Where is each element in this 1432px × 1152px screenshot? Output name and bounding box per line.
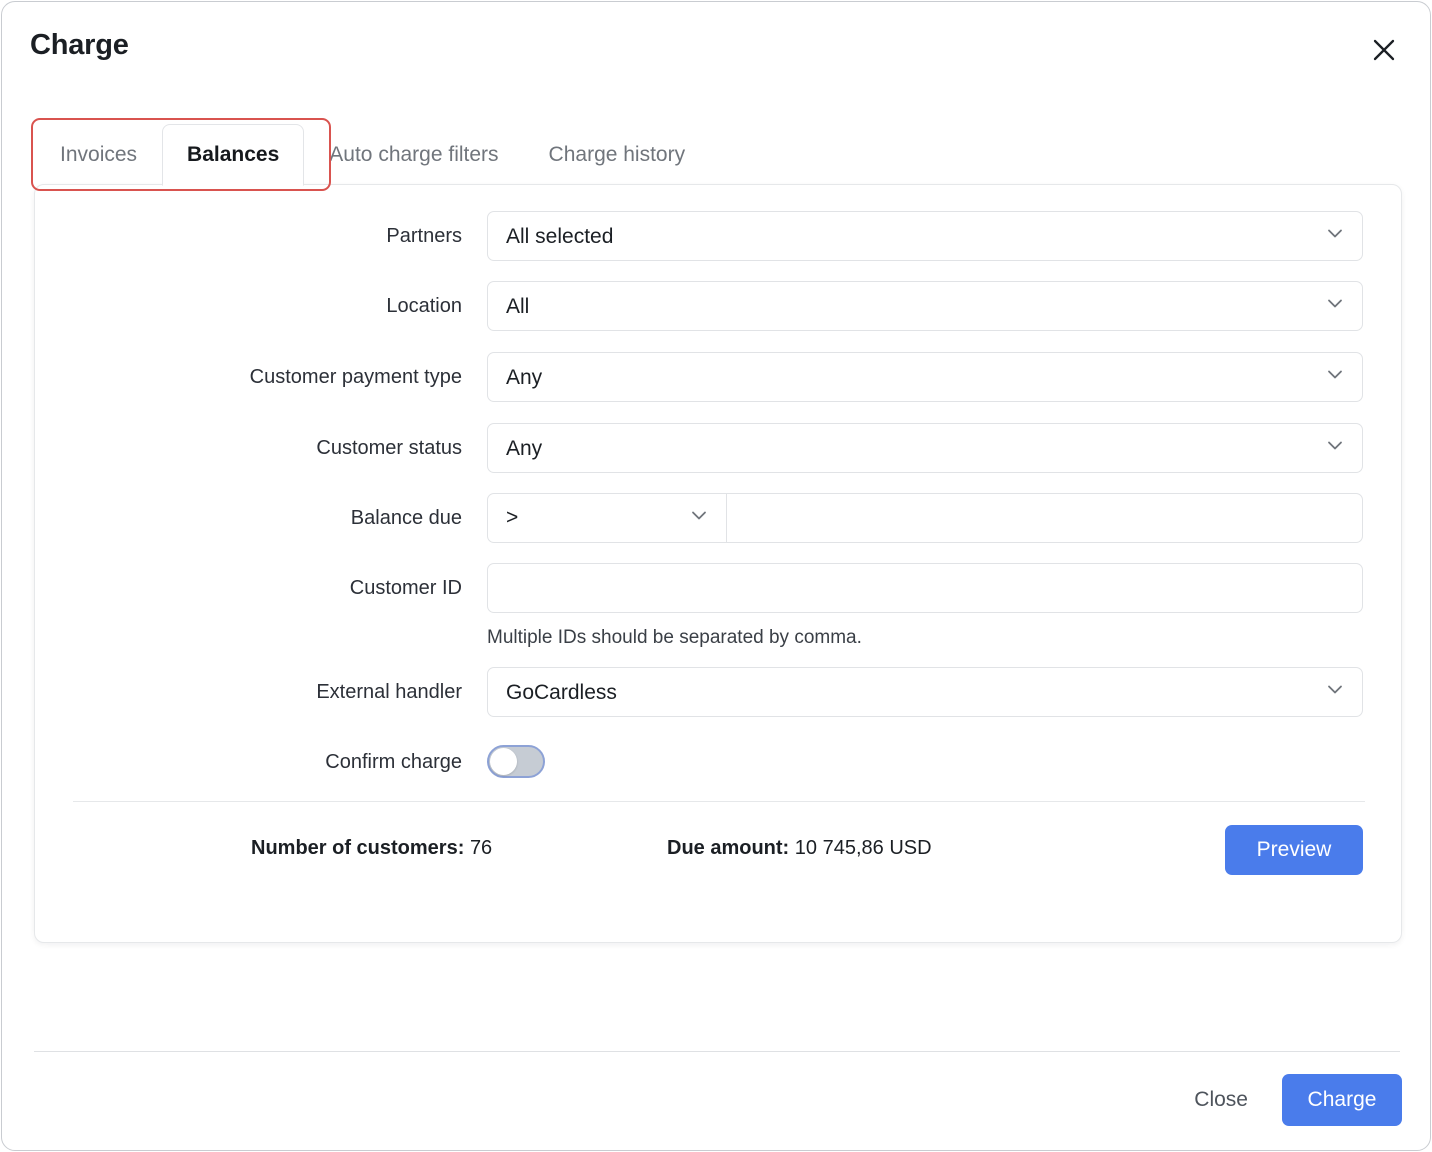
- page-title: Charge: [30, 29, 129, 61]
- balance-due-operator-value: >: [506, 506, 519, 529]
- customer-payment-type-value: Any: [506, 365, 543, 389]
- balances-filter-panel: Partners All selected Location All Custo…: [34, 184, 1402, 943]
- tab-auto-charge-filters[interactable]: Auto charge filters: [304, 124, 523, 186]
- customer-id-help-text: Multiple IDs should be separated by comm…: [487, 627, 862, 648]
- row-external-handler: External handler GoCardless: [35, 667, 1401, 717]
- due-amount-label: Due amount:: [667, 837, 790, 859]
- number-of-customers: Number of customers: 76: [251, 837, 492, 860]
- chevron-down-icon: [1324, 678, 1346, 706]
- tab-balances[interactable]: Balances: [162, 124, 305, 186]
- row-customer-payment-type: Customer payment type Any: [35, 352, 1401, 402]
- due-amount-value: 10 745,86 USD: [794, 837, 932, 859]
- chevron-down-icon: [1324, 292, 1346, 320]
- row-confirm-charge: Confirm charge: [35, 737, 1401, 787]
- charge-button[interactable]: Charge: [1282, 1074, 1402, 1126]
- row-partners: Partners All selected: [35, 211, 1401, 261]
- balance-due-amount-input[interactable]: [727, 494, 1362, 542]
- customer-payment-type-label: Customer payment type: [249, 366, 462, 388]
- tab-auto-charge-filters-label: Auto charge filters: [329, 143, 499, 166]
- close-icon[interactable]: [1366, 32, 1402, 68]
- customer-id-input[interactable]: [487, 563, 1363, 613]
- partners-select[interactable]: All selected: [487, 211, 1363, 261]
- partners-label: Partners: [386, 225, 462, 247]
- balance-due-operator-select[interactable]: >: [488, 494, 727, 542]
- number-of-customers-value: 76: [469, 837, 493, 859]
- location-select[interactable]: All: [487, 281, 1363, 331]
- panel-divider: [73, 801, 1365, 802]
- tab-charge-history-label: Charge history: [548, 143, 686, 166]
- customer-id-label: Customer ID: [349, 577, 462, 599]
- customer-status-select[interactable]: Any: [487, 423, 1363, 473]
- balance-due-label: Balance due: [350, 507, 462, 529]
- tab-invoices[interactable]: Invoices: [35, 124, 162, 186]
- confirm-charge-label: Confirm charge: [325, 751, 462, 773]
- row-customer-status: Customer status Any: [35, 423, 1401, 473]
- balance-due-control: >: [487, 493, 1363, 543]
- customer-status-value: Any: [506, 436, 543, 460]
- location-value: All: [506, 294, 530, 318]
- external-handler-value: GoCardless: [506, 680, 617, 704]
- chevron-down-icon: [688, 504, 710, 532]
- due-amount: Due amount: 10 745,86 USD: [667, 837, 932, 860]
- row-customer-id: Customer ID Multiple IDs should be separ…: [35, 563, 1401, 649]
- charge-modal: Charge Invoices Balances Auto charge fil…: [1, 1, 1431, 1151]
- modal-footer: Close Charge: [1182, 1074, 1402, 1126]
- preview-button[interactable]: Preview: [1225, 825, 1363, 875]
- footer-divider: [34, 1051, 1400, 1052]
- tab-bar: Invoices Balances Auto charge filters Ch…: [35, 124, 710, 186]
- tab-balances-label: Balances: [187, 143, 280, 166]
- summary-bar: Number of customers: 76 Due amount: 10 7…: [35, 825, 1401, 895]
- tab-charge-history[interactable]: Charge history: [524, 124, 711, 186]
- external-handler-select[interactable]: GoCardless: [487, 667, 1363, 717]
- location-label: Location: [386, 295, 462, 317]
- customer-status-label: Customer status: [316, 437, 462, 459]
- external-handler-label: External handler: [316, 681, 462, 703]
- toggle-knob: [490, 748, 517, 775]
- row-balance-due: Balance due >: [35, 493, 1401, 543]
- number-of-customers-label: Number of customers:: [251, 837, 465, 859]
- row-location: Location All: [35, 281, 1401, 331]
- confirm-charge-toggle[interactable]: [487, 745, 545, 778]
- customer-payment-type-select[interactable]: Any: [487, 352, 1363, 402]
- chevron-down-icon: [1324, 222, 1346, 250]
- chevron-down-icon: [1324, 434, 1346, 462]
- partners-value: All selected: [506, 224, 614, 248]
- modal-header: Charge: [2, 2, 1430, 102]
- tab-invoices-label: Invoices: [60, 143, 138, 166]
- close-button[interactable]: Close: [1182, 1078, 1260, 1122]
- chevron-down-icon: [1324, 363, 1346, 391]
